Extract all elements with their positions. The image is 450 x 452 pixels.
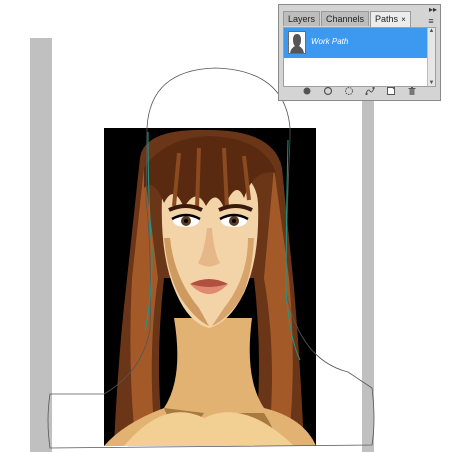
tab-paths[interactable]: Paths ×: [370, 11, 411, 27]
portrait-photo: [104, 128, 316, 446]
panel-menu-button[interactable]: ≡: [426, 16, 436, 26]
delete-path-icon[interactable]: [406, 85, 418, 97]
new-path-icon[interactable]: [385, 85, 397, 97]
panel-tabs: Layers Channels Paths ×: [283, 11, 412, 27]
paths-panel: ▸▸ ≡ Layers Channels Paths × Work Path ▲ …: [278, 4, 441, 101]
paths-list: Work Path ▲ ▼: [283, 27, 436, 87]
tab-label: Layers: [288, 14, 316, 24]
stroke-path-icon[interactable]: [322, 85, 334, 97]
close-tab-button[interactable]: ×: [401, 15, 406, 24]
path-thumbnail: [288, 31, 306, 54]
tab-label: Paths: [375, 14, 399, 24]
path-item-work-path[interactable]: Work Path: [284, 28, 435, 58]
load-selection-icon[interactable]: [343, 85, 355, 97]
tab-layers[interactable]: Layers: [283, 11, 321, 26]
make-work-path-icon[interactable]: [364, 85, 376, 97]
tab-channels[interactable]: Channels: [321, 11, 370, 26]
fill-path-icon[interactable]: [301, 85, 313, 97]
scroll-up-arrow-icon[interactable]: ▲: [428, 28, 435, 34]
tab-label: Channels: [326, 14, 365, 24]
collapse-panel-button[interactable]: ▸▸: [429, 5, 437, 14]
panel-footer: [283, 85, 436, 97]
path-label: Work Path: [311, 37, 349, 46]
list-scrollbar[interactable]: ▲ ▼: [427, 28, 435, 86]
